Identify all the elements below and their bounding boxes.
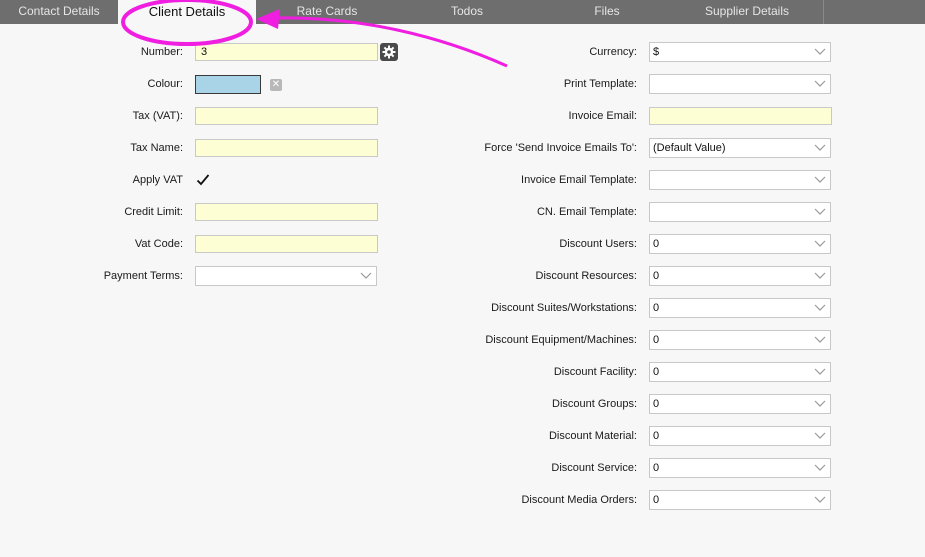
discount-service-select[interactable]: 0 bbox=[649, 458, 831, 478]
discount-media-orders-select[interactable]: 0 bbox=[649, 490, 831, 510]
print-template-label: Print Template: bbox=[563, 78, 637, 90]
gear-icon bbox=[382, 45, 396, 59]
credit-limit-label: Credit Limit: bbox=[124, 206, 183, 218]
discount-groups-label: Discount Groups: bbox=[552, 398, 637, 410]
credit-limit-input[interactable] bbox=[195, 203, 378, 221]
discount-users-select[interactable]: 0 bbox=[649, 234, 831, 254]
chevron-down-icon bbox=[814, 144, 826, 151]
tab-rate-cards[interactable]: Rate Cards bbox=[256, 0, 398, 24]
tax-name-label: Tax Name: bbox=[130, 142, 183, 154]
discount-users-label: Discount Users: bbox=[559, 238, 637, 250]
discount-facility-label: Discount Facility: bbox=[553, 366, 637, 378]
colour-swatch[interactable] bbox=[195, 75, 261, 94]
apply-vat-checkbox[interactable] bbox=[196, 173, 210, 187]
tax-vat-input[interactable] bbox=[195, 107, 378, 125]
tax-vat-label: Tax (VAT): bbox=[132, 110, 183, 122]
invoice-email-template-label: Invoice Email Template: bbox=[521, 174, 637, 186]
tax-name-input[interactable] bbox=[195, 139, 378, 157]
tab-bar: Contact Details Client Details Rate Card… bbox=[0, 0, 925, 26]
discount-facility-select[interactable]: 0 bbox=[649, 362, 831, 382]
number-label: Number: bbox=[140, 46, 183, 58]
vat-code-label: Vat Code: bbox=[134, 238, 183, 250]
discount-media-orders-label: Discount Media Orders: bbox=[521, 494, 637, 506]
number-settings-button[interactable] bbox=[380, 43, 398, 61]
force-send-select[interactable]: (Default Value) bbox=[649, 138, 831, 158]
discount-media-orders-value: 0 bbox=[653, 494, 660, 506]
discount-equipment-select[interactable]: 0 bbox=[649, 330, 831, 350]
discount-service-value: 0 bbox=[653, 462, 660, 474]
discount-equipment-value: 0 bbox=[653, 334, 660, 346]
vat-code-input[interactable] bbox=[195, 235, 378, 253]
discount-equipment-label: Discount Equipment/Machines: bbox=[485, 334, 637, 346]
tab-supplier-details[interactable]: Supplier Details bbox=[678, 0, 816, 24]
discount-users-value: 0 bbox=[653, 238, 660, 250]
chevron-down-icon bbox=[814, 336, 826, 343]
currency-value: $ bbox=[653, 46, 660, 58]
chevron-down-icon bbox=[814, 240, 826, 247]
discount-material-value: 0 bbox=[653, 430, 660, 442]
colour-label: Colour: bbox=[147, 78, 183, 90]
discount-suites-select[interactable]: 0 bbox=[649, 298, 831, 318]
force-send-label: Force 'Send Invoice Emails To': bbox=[484, 142, 637, 154]
invoice-email-template-select[interactable] bbox=[649, 170, 831, 190]
currency-select[interactable]: $ bbox=[649, 42, 831, 62]
invoice-email-input[interactable] bbox=[649, 107, 832, 125]
discount-material-select[interactable]: 0 bbox=[649, 426, 831, 446]
discount-resources-select[interactable]: 0 bbox=[649, 266, 831, 286]
chevron-down-icon bbox=[814, 496, 826, 503]
chevron-down-icon bbox=[814, 368, 826, 375]
chevron-down-icon bbox=[814, 208, 826, 215]
chevron-down-icon bbox=[814, 272, 826, 279]
number-input[interactable]: 3 bbox=[195, 43, 378, 61]
colour-clear-button[interactable]: ✕ bbox=[270, 79, 282, 91]
discount-facility-value: 0 bbox=[653, 366, 660, 378]
apply-vat-label: Apply VAT bbox=[132, 174, 183, 186]
chevron-down-icon bbox=[814, 80, 826, 87]
chevron-down-icon bbox=[360, 272, 372, 279]
chevron-down-icon bbox=[814, 176, 826, 183]
force-send-value: (Default Value) bbox=[653, 142, 726, 154]
invoice-email-label: Invoice Email: bbox=[568, 110, 637, 122]
cn-email-template-label: CN. Email Template: bbox=[536, 206, 637, 218]
payment-terms-label: Payment Terms: bbox=[103, 270, 183, 282]
discount-suites-value: 0 bbox=[653, 302, 660, 314]
tab-contact-details[interactable]: Contact Details bbox=[0, 0, 118, 24]
print-template-select[interactable] bbox=[649, 74, 831, 94]
chevron-down-icon bbox=[814, 48, 826, 55]
payment-terms-select[interactable] bbox=[195, 266, 377, 286]
chevron-down-icon bbox=[814, 400, 826, 407]
discount-material-label: Discount Material: bbox=[548, 430, 637, 442]
discount-suites-label: Discount Suites/Workstations: bbox=[491, 302, 637, 314]
chevron-down-icon bbox=[814, 464, 826, 471]
tab-files[interactable]: Files bbox=[536, 0, 678, 24]
discount-resources-value: 0 bbox=[653, 270, 660, 282]
discount-groups-select[interactable]: 0 bbox=[649, 394, 831, 414]
chevron-down-icon bbox=[814, 432, 826, 439]
discount-resources-label: Discount Resources: bbox=[535, 270, 638, 282]
currency-label: Currency: bbox=[589, 46, 637, 58]
discount-groups-value: 0 bbox=[653, 398, 660, 410]
chevron-down-icon bbox=[814, 304, 826, 311]
discount-service-label: Discount Service: bbox=[551, 462, 637, 474]
tab-client-details[interactable]: Client Details bbox=[118, 0, 256, 26]
tab-divider bbox=[823, 0, 824, 24]
cn-email-template-select[interactable] bbox=[649, 202, 831, 222]
close-icon: ✕ bbox=[271, 79, 281, 90]
tab-todos[interactable]: Todos bbox=[398, 0, 536, 24]
